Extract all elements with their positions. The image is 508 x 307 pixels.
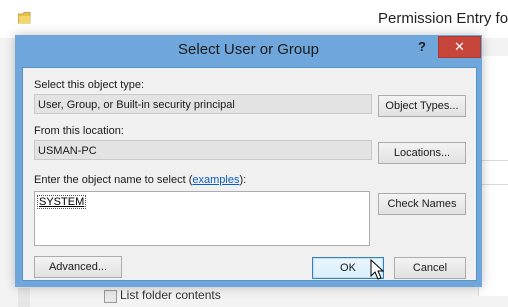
divider xyxy=(478,184,508,185)
background-window-title: Permission Entry for xyxy=(378,10,508,27)
background-scrollbar[interactable] xyxy=(18,288,30,307)
object-type-field: User, Group, or Built-in security princi… xyxy=(34,94,372,114)
object-name-value: SYSTEM xyxy=(37,195,87,209)
folder-icon xyxy=(18,12,31,24)
list-folder-contents-label: List folder contents xyxy=(120,288,221,302)
divider xyxy=(478,160,508,161)
object-types-button[interactable]: Object Types... xyxy=(378,95,466,117)
object-name-label: Enter the object name to select (example… xyxy=(34,174,246,186)
dialog-title: Select User or Group xyxy=(178,41,319,58)
object-name-input[interactable]: SYSTEM xyxy=(34,191,370,246)
object-name-label-suffix: ): xyxy=(239,174,247,186)
cancel-button[interactable]: Cancel xyxy=(394,257,466,279)
locations-button[interactable]: Locations... xyxy=(378,142,466,164)
location-label: From this location: xyxy=(34,125,124,137)
check-names-button[interactable]: Check Names xyxy=(378,193,466,215)
background-side-panel xyxy=(478,56,508,296)
background-titlebar: Permission Entry for xyxy=(0,0,508,38)
object-type-label: Select this object type: xyxy=(34,79,145,91)
list-folder-contents-checkbox[interactable] xyxy=(104,290,117,303)
advanced-button[interactable]: Advanced... xyxy=(34,256,122,278)
help-button[interactable]: ? xyxy=(413,37,431,57)
select-user-or-group-dialog: Select User or Group ? ✕ Select this obj… xyxy=(15,35,482,287)
close-button[interactable]: ✕ xyxy=(438,36,481,58)
mouse-cursor-icon xyxy=(370,259,384,280)
location-field: USMAN-PC xyxy=(34,140,372,160)
object-name-label-text: Enter the object name to select ( xyxy=(34,174,193,186)
examples-link[interactable]: examples xyxy=(192,174,239,186)
close-icon: ✕ xyxy=(454,39,465,54)
dialog-body: Select this object type: User, Group, or… xyxy=(22,67,477,281)
